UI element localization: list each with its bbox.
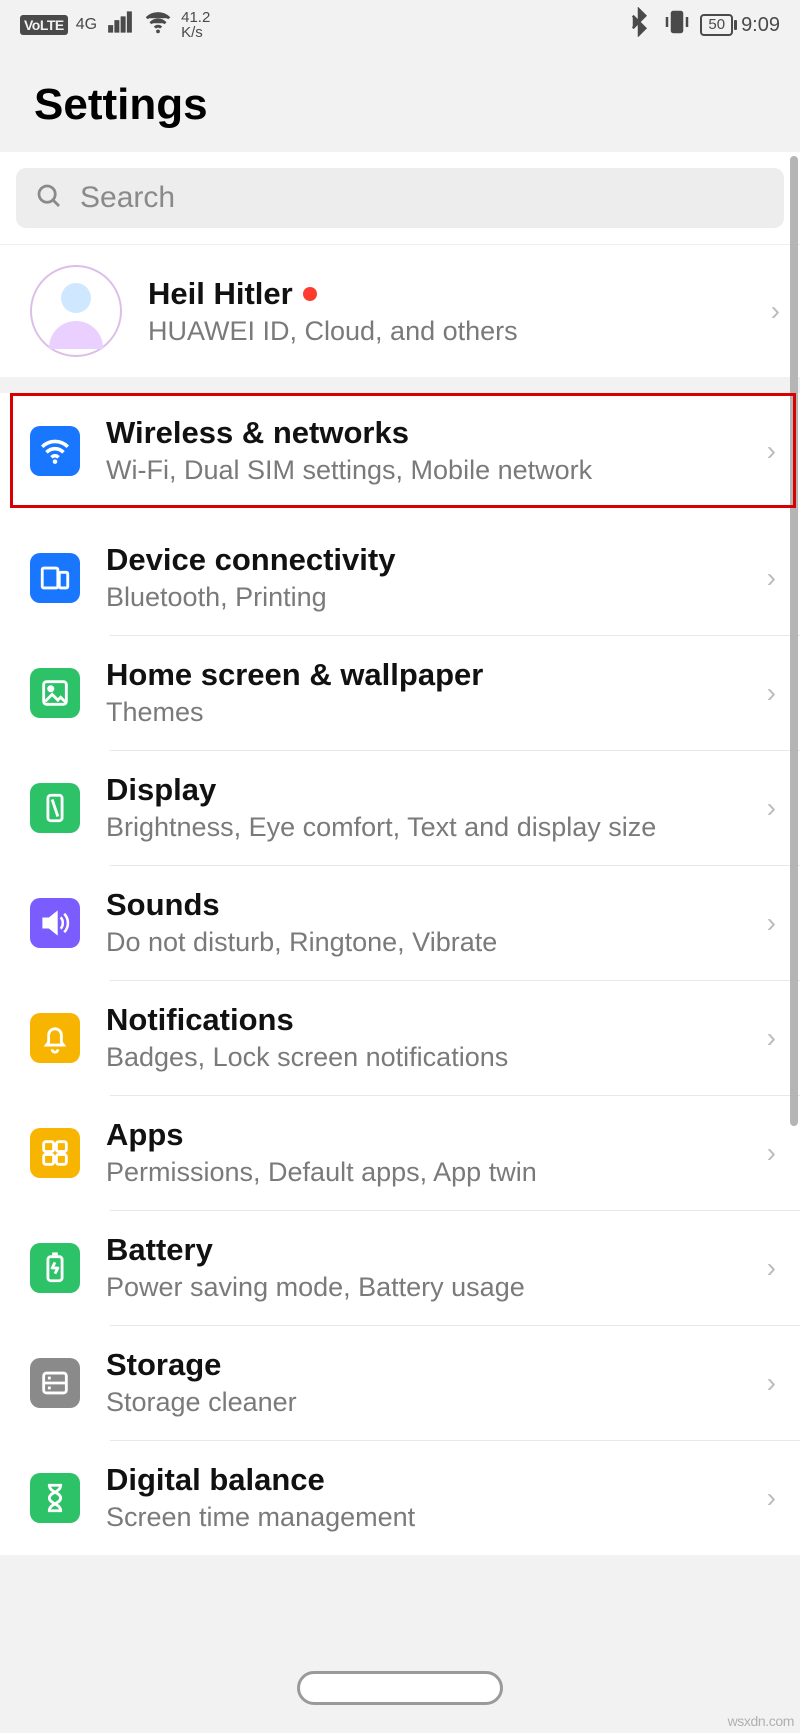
settings-group-network: Wireless & networks Wi-Fi, Dual SIM sett… [0, 393, 800, 508]
watermark: wsxdn.com [728, 1713, 794, 1729]
battery-indicator: 50 [700, 14, 733, 36]
row-title: Notifications [106, 1002, 741, 1038]
data-speed: 41.2 K/s [181, 10, 210, 40]
row-title: Wireless & networks [106, 415, 741, 451]
chevron-right-icon: › [767, 1367, 776, 1399]
account-row[interactable]: Heil Hitler HUAWEI ID, Cloud, and others… [0, 245, 800, 377]
speaker-icon [30, 898, 80, 948]
volte-badge: VoLTE [20, 15, 68, 35]
row-subtitle: Do not disturb, Ringtone, Vibrate [106, 927, 741, 958]
row-title: Sounds [106, 887, 741, 923]
search-box[interactable] [16, 168, 784, 228]
settings-group-main: Device connectivity Bluetooth, Printing … [0, 520, 800, 1555]
chevron-right-icon: › [767, 1022, 776, 1054]
chevron-right-icon: › [767, 1482, 776, 1514]
row-subtitle: Themes [106, 697, 741, 728]
page-title: Settings [34, 80, 766, 130]
network-gen: 4G [76, 17, 97, 33]
alert-dot-icon [303, 287, 317, 301]
chevron-right-icon: › [767, 1252, 776, 1284]
search-section [0, 152, 800, 245]
row-connectivity[interactable]: Device connectivity Bluetooth, Printing … [0, 520, 800, 635]
chevron-right-icon: › [771, 295, 780, 327]
clock: 9:09 [741, 14, 780, 37]
vibrate-icon [662, 7, 692, 43]
row-notifications[interactable]: Notifications Badges, Lock screen notifi… [0, 980, 800, 1095]
scrollbar[interactable] [790, 156, 798, 1126]
row-display[interactable]: Display Brightness, Eye comfort, Text an… [0, 750, 800, 865]
row-digital[interactable]: Digital balance Screen time management › [0, 1440, 800, 1555]
row-battery[interactable]: Battery Power saving mode, Battery usage… [0, 1210, 800, 1325]
row-subtitle: Permissions, Default apps, App twin [106, 1157, 741, 1188]
row-subtitle: Wi-Fi, Dual SIM settings, Mobile network [106, 455, 741, 486]
chevron-right-icon: › [767, 562, 776, 594]
chevron-right-icon: › [767, 907, 776, 939]
row-subtitle: Brightness, Eye comfort, Text and displa… [106, 812, 741, 843]
row-title: Home screen & wallpaper [106, 657, 741, 693]
phone-icon [30, 783, 80, 833]
chevron-right-icon: › [767, 1137, 776, 1169]
row-subtitle: Screen time management [106, 1502, 741, 1533]
account-name: Heil Hitler [148, 276, 293, 312]
row-wireless[interactable]: Wireless & networks Wi-Fi, Dual SIM sett… [0, 393, 800, 508]
page-header: Settings [0, 50, 800, 152]
apps-grid-icon [30, 1128, 80, 1178]
hourglass-icon [30, 1473, 80, 1523]
row-subtitle: Storage cleaner [106, 1387, 741, 1418]
status-bar: VoLTE 4G 41.2 K/s 50 9:09 [0, 0, 800, 50]
row-sounds[interactable]: Sounds Do not disturb, Ringtone, Vibrate… [0, 865, 800, 980]
row-apps[interactable]: Apps Permissions, Default apps, App twin… [0, 1095, 800, 1210]
row-subtitle: Badges, Lock screen notifications [106, 1042, 741, 1073]
chevron-right-icon: › [767, 792, 776, 824]
image-icon [30, 668, 80, 718]
bell-icon [30, 1013, 80, 1063]
search-icon [34, 181, 64, 216]
wifi-icon [30, 426, 80, 476]
wifi-icon [143, 7, 173, 43]
row-home[interactable]: Home screen & wallpaper Themes › [0, 635, 800, 750]
account-subtitle: HUAWEI ID, Cloud, and others [148, 316, 745, 347]
signal-icon [105, 7, 135, 43]
avatar [30, 265, 122, 357]
bluetooth-icon [624, 7, 654, 43]
row-title: Battery [106, 1232, 741, 1268]
row-title: Display [106, 772, 741, 808]
row-title: Device connectivity [106, 542, 741, 578]
row-storage[interactable]: Storage Storage cleaner › [0, 1325, 800, 1440]
row-title: Storage [106, 1347, 741, 1383]
account-section: Heil Hitler HUAWEI ID, Cloud, and others… [0, 245, 800, 377]
row-subtitle: Bluetooth, Printing [106, 582, 741, 613]
gesture-bar[interactable] [297, 1671, 503, 1705]
chevron-right-icon: › [767, 435, 776, 467]
row-title: Apps [106, 1117, 741, 1153]
row-subtitle: Power saving mode, Battery usage [106, 1272, 741, 1303]
devices-icon [30, 553, 80, 603]
chevron-right-icon: › [767, 677, 776, 709]
row-title: Digital balance [106, 1462, 741, 1498]
search-input[interactable] [78, 180, 766, 216]
battery-icon [30, 1243, 80, 1293]
storage-icon [30, 1358, 80, 1408]
